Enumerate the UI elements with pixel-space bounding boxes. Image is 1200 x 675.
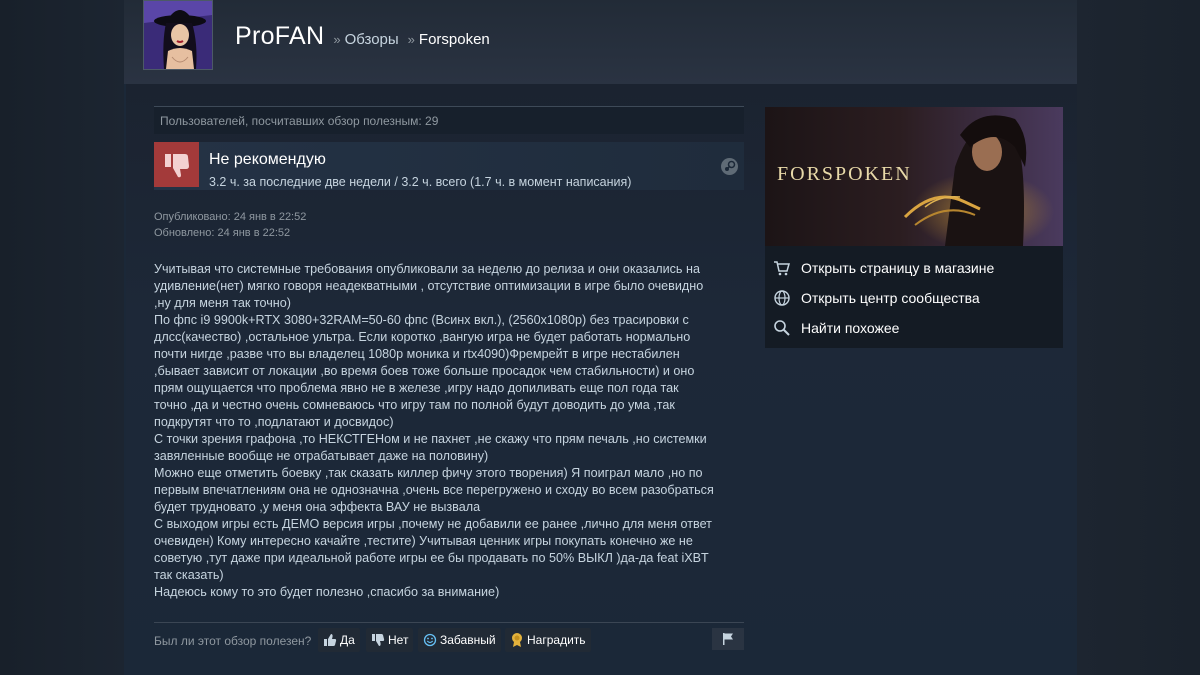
vote-yes-button[interactable]: Да	[318, 628, 360, 652]
review-line: завяленные вообще не отрабатывает даже н…	[154, 449, 489, 463]
review-line: ,ну для меня так точно)	[154, 296, 291, 310]
helpful-question: Был ли этот обзор полезен?	[154, 634, 312, 648]
page-background-left	[0, 0, 124, 675]
published-date: Опубликовано: 24 янв в 22:52	[154, 211, 307, 223]
thumbs-down-icon	[372, 634, 385, 646]
thumbs-down-icon	[164, 153, 189, 177]
award-button[interactable]: Наградить	[505, 628, 591, 652]
review-line: С точки зрения графона ,то НЕКСТГЕНом и …	[154, 432, 707, 446]
vote-funny-label: Забавный	[440, 633, 496, 647]
smiley-icon	[423, 633, 437, 647]
vote-yes-label: Да	[340, 633, 355, 647]
review-line: ,бывает зависит от локации ,во время бое…	[154, 364, 695, 378]
steam-icon	[721, 158, 738, 175]
report-flag-button[interactable]	[712, 628, 744, 650]
award-label: Наградить	[527, 633, 586, 647]
breadcrumb: ProFAN » Обзоры » Forspoken	[235, 22, 490, 51]
review-line: почти нигде ,разве что вы владелец 1080p…	[154, 347, 680, 361]
review-line: удивление(нет) мягко говоря неадекватным…	[154, 279, 704, 293]
game-logo-text: FORSPOKEN	[777, 163, 912, 185]
review-dates: Опубликовано: 24 янв в 22:52 Обновлено: …	[154, 209, 306, 241]
review-line: очевиден) Кому интересно качайте ,тестит…	[154, 534, 693, 548]
recommendation-title: Не рекомендую	[209, 151, 326, 168]
review-line: так сказать)	[154, 568, 224, 582]
review-line: подкрутят что то ,подлатают и досвидос)	[154, 415, 394, 429]
review-line: первым впечатлениям она не однозначна ,о…	[154, 483, 714, 497]
updated-date: Обновлено: 24 янв в 22:52	[154, 227, 291, 239]
thumbs-up-icon	[324, 634, 337, 646]
review-line: С выходом игры есть ДЕМО версия игры ,по…	[154, 517, 712, 531]
page-background-right	[1077, 0, 1200, 675]
sidebar-item-label: Найти похожее	[801, 320, 900, 336]
flag-icon	[723, 633, 733, 645]
game-sidebar: FORSPOKEN Открыть страницу в магазине От…	[765, 107, 1063, 348]
vote-no-label: Нет	[388, 633, 409, 647]
avatar-image	[144, 1, 212, 69]
review-footer: Был ли этот обзор полезен? Да Нет Забавн…	[154, 622, 744, 659]
review-line: Можно еще отметить боевку ,так сказать к…	[154, 466, 703, 480]
cart-icon	[774, 261, 790, 276]
review-line: длсс(качество) ,остальное ультра. Если к…	[154, 330, 691, 344]
sidebar-links: Открыть страницу в магазине Открыть цент…	[765, 253, 1063, 343]
review-line: советую ,тут даже при идеальной работе и…	[154, 551, 709, 565]
breadcrumb-separator: »	[407, 32, 415, 47]
profile-username-link[interactable]: ProFAN	[235, 22, 324, 51]
review-line: Учитывая что системные требования опубли…	[154, 262, 700, 276]
sidebar-item-community-hub[interactable]: Открыть центр сообщества	[765, 283, 1063, 313]
thumbs-down-badge	[154, 142, 199, 187]
review-line: По фпс i9 9900k+RTX 3080+32RAM=50-60 фпс…	[154, 313, 689, 327]
review-line: будет трудновато ,у меня она эффекта ВАУ…	[154, 500, 481, 514]
search-icon	[774, 320, 790, 336]
sidebar-item-find-similar[interactable]: Найти похожее	[765, 313, 1063, 343]
sidebar-item-label: Открыть страницу в магазине	[801, 260, 995, 276]
sidebar-item-store-page[interactable]: Открыть страницу в магазине	[765, 253, 1063, 283]
review-line: точно ,да и честно очень сомневаюсь что …	[154, 398, 675, 412]
breadcrumb-game-link[interactable]: Forspoken	[419, 31, 490, 48]
avatar[interactable]	[143, 0, 213, 70]
review-text: Учитывая что системные требования опубли…	[154, 261, 754, 601]
globe-icon	[774, 290, 790, 306]
review-line: прям ощущается что проблема явно не в же…	[154, 381, 679, 395]
sidebar-item-label: Открыть центр сообщества	[801, 290, 980, 306]
game-banner[interactable]: FORSPOKEN	[765, 107, 1063, 246]
breadcrumb-separator: »	[333, 32, 341, 47]
award-medal-icon	[512, 633, 522, 647]
vote-funny-button[interactable]: Забавный	[418, 628, 501, 652]
recommendation-header: Не рекомендую 3.2 ч. за последние две не…	[154, 142, 744, 190]
vote-no-button[interactable]: Нет	[366, 628, 414, 652]
helpful-count-bar: Пользователей, посчитавших обзор полезны…	[154, 106, 744, 134]
review-line: Надеюсь кому то это будет полезно ,спаси…	[154, 585, 500, 599]
breadcrumb-reviews-link[interactable]: Обзоры	[345, 31, 399, 48]
playtime-text: 3.2 ч. за последние две недели / 3.2 ч. …	[209, 175, 632, 189]
